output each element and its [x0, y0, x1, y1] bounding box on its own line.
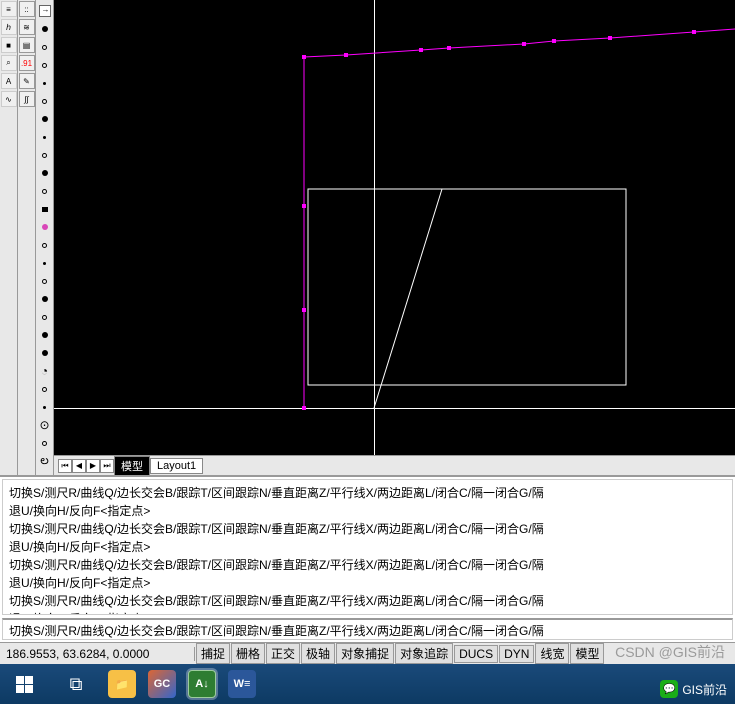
point-style-8[interactable]: [37, 130, 53, 144]
tool-btn-zoom[interactable]: ⌕: [1, 55, 17, 71]
point-style-10[interactable]: [37, 166, 53, 180]
point-style-14[interactable]: [37, 238, 53, 252]
point-style-7[interactable]: [37, 112, 53, 126]
status-dyn[interactable]: DYN: [499, 645, 534, 663]
toolbar-col-2: :: ≋ ▤ .91 ✎ ∫∫: [18, 0, 36, 475]
command-input[interactable]: 切换S/测尺R/曲线Q/边长交会B/跟踪T/区间跟踪N/垂直距离Z/平行线X/两…: [2, 618, 733, 640]
status-polar[interactable]: 极轴: [301, 643, 335, 664]
taskbar: ⧉ 📁 GC A↓ W≡ 💬 GIS前沿: [0, 664, 735, 704]
point-style-11[interactable]: [37, 184, 53, 198]
command-area: 切换S/测尺R/曲线Q/边长交会B/跟踪T/区间跟踪N/垂直距离Z/平行线X/两…: [0, 475, 735, 642]
toolbar-col-3: ◔ ⊙ ల: [36, 0, 54, 475]
tool-btn-edit[interactable]: ✎: [19, 73, 35, 89]
tool-btn-h[interactable]: ℎ: [1, 19, 17, 35]
system-tray: 💬 GIS前沿: [660, 680, 727, 698]
point-style-18[interactable]: [37, 310, 53, 324]
point-style-1[interactable]: [37, 4, 53, 18]
task-view-button[interactable]: ⧉: [56, 664, 96, 704]
status-ducs[interactable]: DUCS: [454, 645, 498, 663]
tool-btn-pattern[interactable]: ::: [19, 1, 35, 17]
drawing-canvas[interactable]: [54, 0, 735, 455]
tab-nav-next[interactable]: ▶: [86, 459, 100, 473]
drawing-svg: [54, 0, 735, 455]
point-style-13[interactable]: [37, 220, 53, 234]
tab-nav-last[interactable]: ⏭: [100, 459, 114, 473]
tab-model[interactable]: 模型: [114, 456, 150, 476]
point-style-5[interactable]: [37, 76, 53, 90]
point-style-9[interactable]: [37, 148, 53, 162]
watermark: CSDN @GIS前沿: [615, 642, 725, 662]
status-coordinates: 186.9553, 63.6284, 0.0000: [0, 647, 195, 661]
taskbar-explorer[interactable]: 📁: [108, 670, 136, 698]
status-ortho[interactable]: 正交: [266, 643, 300, 664]
tool-btn-scale[interactable]: .91: [19, 55, 35, 71]
start-button[interactable]: [4, 664, 44, 704]
status-osnap[interactable]: 对象捕捉: [336, 643, 394, 664]
tool-btn-letter[interactable]: A: [1, 73, 17, 89]
point-style-20[interactable]: [37, 346, 53, 360]
wechat-icon[interactable]: 💬: [660, 680, 678, 698]
layout-tabs: ⏮ ◀ ▶ ⏭ 模型 Layout1: [54, 455, 735, 475]
tray-text: GIS前沿: [682, 681, 727, 698]
tab-layout1[interactable]: Layout1: [150, 458, 203, 474]
tool-btn-spline[interactable]: ∫∫: [19, 91, 35, 107]
tool-btn-hatch[interactable]: ≋: [19, 19, 35, 35]
point-style-19[interactable]: [37, 328, 53, 342]
tool-btn-layers[interactable]: ▤: [19, 37, 35, 53]
status-lwt[interactable]: 线宽: [535, 643, 569, 664]
taskbar-word[interactable]: W≡: [228, 670, 256, 698]
point-style-2[interactable]: [37, 22, 53, 36]
tool-btn-curve[interactable]: ∿: [1, 91, 17, 107]
status-model[interactable]: 模型: [570, 643, 604, 664]
point-style-3[interactable]: [37, 40, 53, 54]
point-style-15[interactable]: [37, 256, 53, 270]
tab-nav-prev[interactable]: ◀: [72, 459, 86, 473]
point-style-22[interactable]: [37, 382, 53, 396]
point-style-6[interactable]: [37, 94, 53, 108]
tool-btn-grid[interactable]: ≡: [1, 1, 17, 17]
point-style-23[interactable]: [37, 400, 53, 414]
point-style-26[interactable]: ల: [37, 454, 53, 468]
point-style-4[interactable]: [37, 58, 53, 72]
taskbar-gc[interactable]: GC: [148, 670, 176, 698]
tab-nav-first[interactable]: ⏮: [58, 459, 72, 473]
command-log: 切换S/测尺R/曲线Q/边长交会B/跟踪T/区间跟踪N/垂直距离Z/平行线X/两…: [2, 479, 733, 615]
point-style-12[interactable]: [37, 202, 53, 216]
tool-btn-bars[interactable]: ■: [1, 37, 17, 53]
toolbar-col-1: ≡ ℎ ■ ⌕ A ∿: [0, 0, 18, 475]
point-style-17[interactable]: [37, 292, 53, 306]
status-otrack[interactable]: 对象追踪: [395, 643, 453, 664]
taskbar-cad[interactable]: A↓: [188, 670, 216, 698]
windows-icon: [16, 676, 33, 693]
point-style-21[interactable]: ◔: [37, 364, 53, 378]
point-style-25[interactable]: [37, 436, 53, 450]
status-snap[interactable]: 捕捉: [196, 643, 230, 664]
canvas-area: ⏮ ◀ ▶ ⏭ 模型 Layout1: [54, 0, 735, 475]
point-style-16[interactable]: [37, 274, 53, 288]
point-style-24[interactable]: ⊙: [37, 418, 53, 432]
status-grid[interactable]: 栅格: [231, 643, 265, 664]
